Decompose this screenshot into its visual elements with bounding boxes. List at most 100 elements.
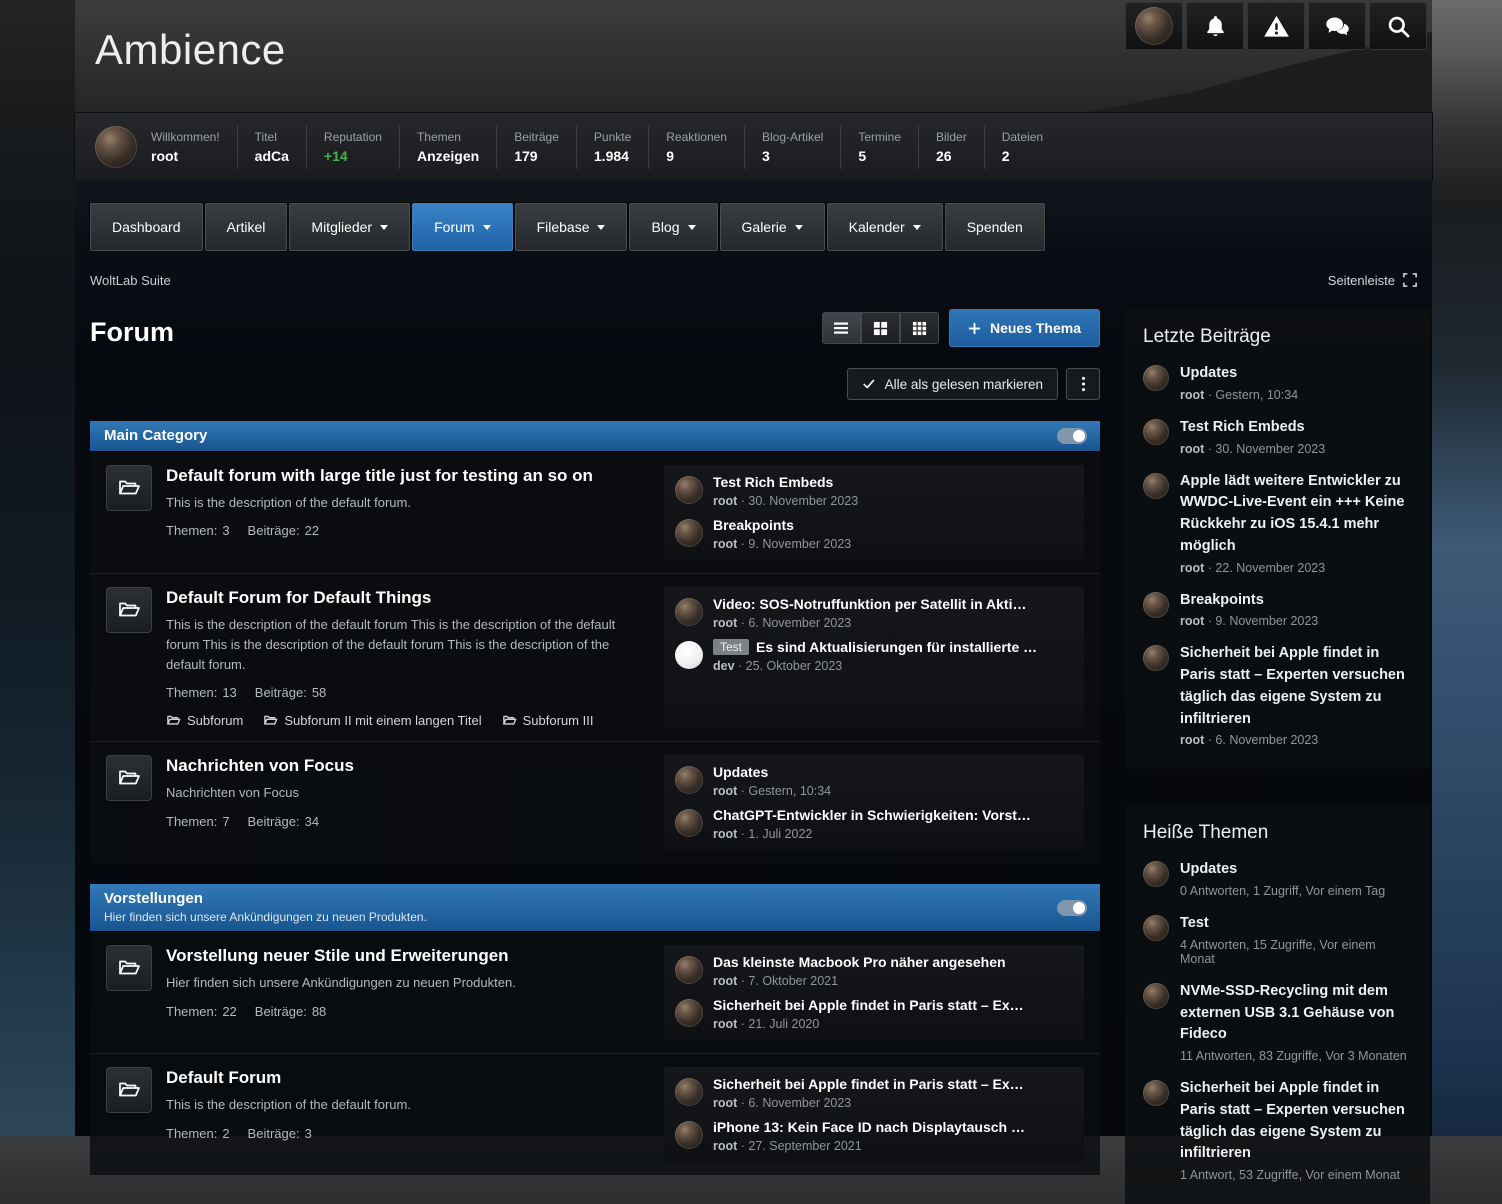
nav-galerie[interactable]: Galerie [720,203,825,251]
subforum-link[interactable]: Subforum [166,713,243,728]
post-author-avatar[interactable] [675,956,703,984]
sidebar-topic-title[interactable]: Test [1180,913,1412,935]
folder-open-icon [502,713,517,728]
latest-post: Video: SOS-Notruffunktion per Satellit i… [675,596,1073,630]
latest-post-title[interactable]: ChatGPT-Entwickler in Schwierigkeiten: V… [713,807,1073,823]
post-author-avatar[interactable] [675,999,703,1027]
post-author-avatar[interactable] [1143,365,1169,391]
grid-view-button[interactable] [861,312,900,344]
sidebar-topic-item: NVMe-SSD-Recycling mit dem externen USB … [1143,981,1412,1063]
sidebar-post-item: Updates rootGestern, 10:34 [1143,363,1412,402]
latest-post-title[interactable]: Sicherheit bei Apple findet in Paris sta… [713,1076,1073,1092]
forum-row: Default forum with large title just for … [90,452,1100,573]
folder-open-icon [117,476,141,500]
latest-post-title[interactable]: TestEs sind Aktualisierungen für install… [713,639,1073,655]
latest-post-title[interactable]: Das kleinste Macbook Pro näher angesehen [713,954,1073,970]
notifications-button[interactable] [1186,2,1244,50]
post-author-avatar[interactable] [1143,592,1169,618]
mark-all-read-button[interactable]: Alle als gelesen markieren [847,368,1058,400]
post-author-avatar[interactable] [1143,983,1169,1009]
forum-title-link[interactable]: Default forum with large title just for … [166,466,650,486]
folder-button[interactable] [106,587,152,633]
new-topic-button[interactable]: Neues Thema [949,309,1100,347]
sidebar-topic-title[interactable]: NVMe-SSD-Recycling mit dem externen USB … [1180,981,1412,1046]
forum-info: Default Forum for Default Things This is… [166,587,650,728]
main-content-area: Dashboard Artikel Mitglieder Forum Fileb… [75,180,1432,1136]
post-author-avatar[interactable] [675,766,703,794]
post-author-avatar[interactable] [1143,861,1169,887]
chevron-down-icon [688,225,696,230]
sidebar-post-title[interactable]: Sicherheit bei Apple findet in Paris sta… [1180,643,1412,730]
folder-open-icon [117,956,141,980]
forum-title-link[interactable]: Nachrichten von Focus [166,756,650,776]
latest-post-title[interactable]: Breakpoints [713,517,1073,533]
subforum-link[interactable]: Subforum II mit einem langen Titel [263,713,481,728]
forum-title-link[interactable]: Vorstellung neuer Stile und Erweiterunge… [166,946,650,966]
subforum-link[interactable]: Subforum III [502,713,594,728]
sidebar-post-title[interactable]: Breakpoints [1180,590,1318,612]
post-author-avatar[interactable] [1143,419,1169,445]
nav-mitglieder[interactable]: Mitglieder [289,203,410,251]
breadcrumb[interactable]: WoltLab Suite [90,273,171,288]
post-author-avatar[interactable] [675,641,703,669]
folder-button[interactable] [106,945,152,991]
latest-post-title[interactable]: Test Rich Embeds [713,474,1073,490]
post-author-avatar[interactable] [1143,1080,1169,1106]
sidebar-topic-title[interactable]: Sicherheit bei Apple findet in Paris sta… [1180,1078,1412,1165]
latest-post-title[interactable]: Sicherheit bei Apple findet in Paris sta… [713,997,1073,1013]
post-author-avatar[interactable] [675,476,703,504]
sidebar-post-title[interactable]: Updates [1180,363,1298,385]
sidebar-post-title[interactable]: Apple lädt weitere Entwickler zu WWDC-Li… [1180,471,1412,558]
category-title[interactable]: Vorstellungen [104,890,1086,907]
folder-button[interactable] [106,755,152,801]
latest-post-title[interactable]: Video: SOS-Notruffunktion per Satellit i… [713,596,1073,612]
latest-post: Updates rootGestern, 10:34 [675,764,1073,798]
search-button[interactable] [1369,2,1427,50]
folder-button[interactable] [106,465,152,511]
stat-reaktionen: Reaktionen 9 [648,125,744,169]
post-author-avatar[interactable] [675,519,703,547]
user-avatar[interactable] [95,126,137,168]
category-title[interactable]: Main Category [104,427,1086,444]
conversations-button[interactable] [1308,2,1366,50]
grid-3x3-icon [912,321,927,336]
panel-title: Letzte Beiträge [1143,326,1412,348]
stat-beitraege: Beiträge 179 [496,125,576,169]
nav-forum[interactable]: Forum [412,203,512,251]
username[interactable]: root [151,148,220,164]
post-author-avatar[interactable] [675,598,703,626]
forum-description: Nachrichten von Focus [166,783,650,803]
category-collapse-toggle[interactable] [1057,428,1087,444]
latest-post-meta: dev25. Oktober 2023 [713,659,1073,673]
folder-button[interactable] [106,1067,152,1113]
forum-title-link[interactable]: Default Forum for Default Things [166,588,650,608]
category-collapse-toggle[interactable] [1057,900,1087,916]
post-author-avatar[interactable] [1143,645,1169,671]
post-author-avatar[interactable] [675,1121,703,1149]
post-author-avatar[interactable] [1143,473,1169,499]
list-view-button[interactable] [822,312,861,344]
compact-grid-view-button[interactable] [900,312,939,344]
site-logo-title[interactable]: Ambience [95,26,286,74]
forum-title-link[interactable]: Default Forum [166,1068,650,1088]
post-author-avatar[interactable] [1143,915,1169,941]
nav-spenden[interactable]: Spenden [945,203,1045,251]
post-author-avatar[interactable] [675,809,703,837]
nav-artikel[interactable]: Artikel [205,203,288,251]
latest-post-title[interactable]: iPhone 13: Kein Face ID nach Displaytaus… [713,1119,1073,1135]
nav-kalender[interactable]: Kalender [827,203,943,251]
sidebar-post-title[interactable]: Test Rich Embeds [1180,417,1325,439]
post-author-avatar[interactable] [675,1078,703,1106]
nav-blog[interactable]: Blog [629,203,717,251]
forum-description: This is the description of the default f… [166,615,650,675]
nav-filebase[interactable]: Filebase [515,203,628,251]
moderation-button[interactable] [1247,2,1305,50]
nav-dashboard[interactable]: Dashboard [90,203,203,251]
latest-post-title[interactable]: Updates [713,764,1073,780]
sidebar-toggle-button[interactable]: Seitenleiste [1328,273,1417,288]
user-menu-button[interactable] [1125,2,1183,50]
latest-post-meta: root6. November 2023 [713,616,1073,630]
more-options-button[interactable] [1066,368,1100,400]
sidebar-topic-title[interactable]: Updates [1180,859,1385,881]
category-main-category: Main Category Default forum with large t… [90,421,1100,863]
